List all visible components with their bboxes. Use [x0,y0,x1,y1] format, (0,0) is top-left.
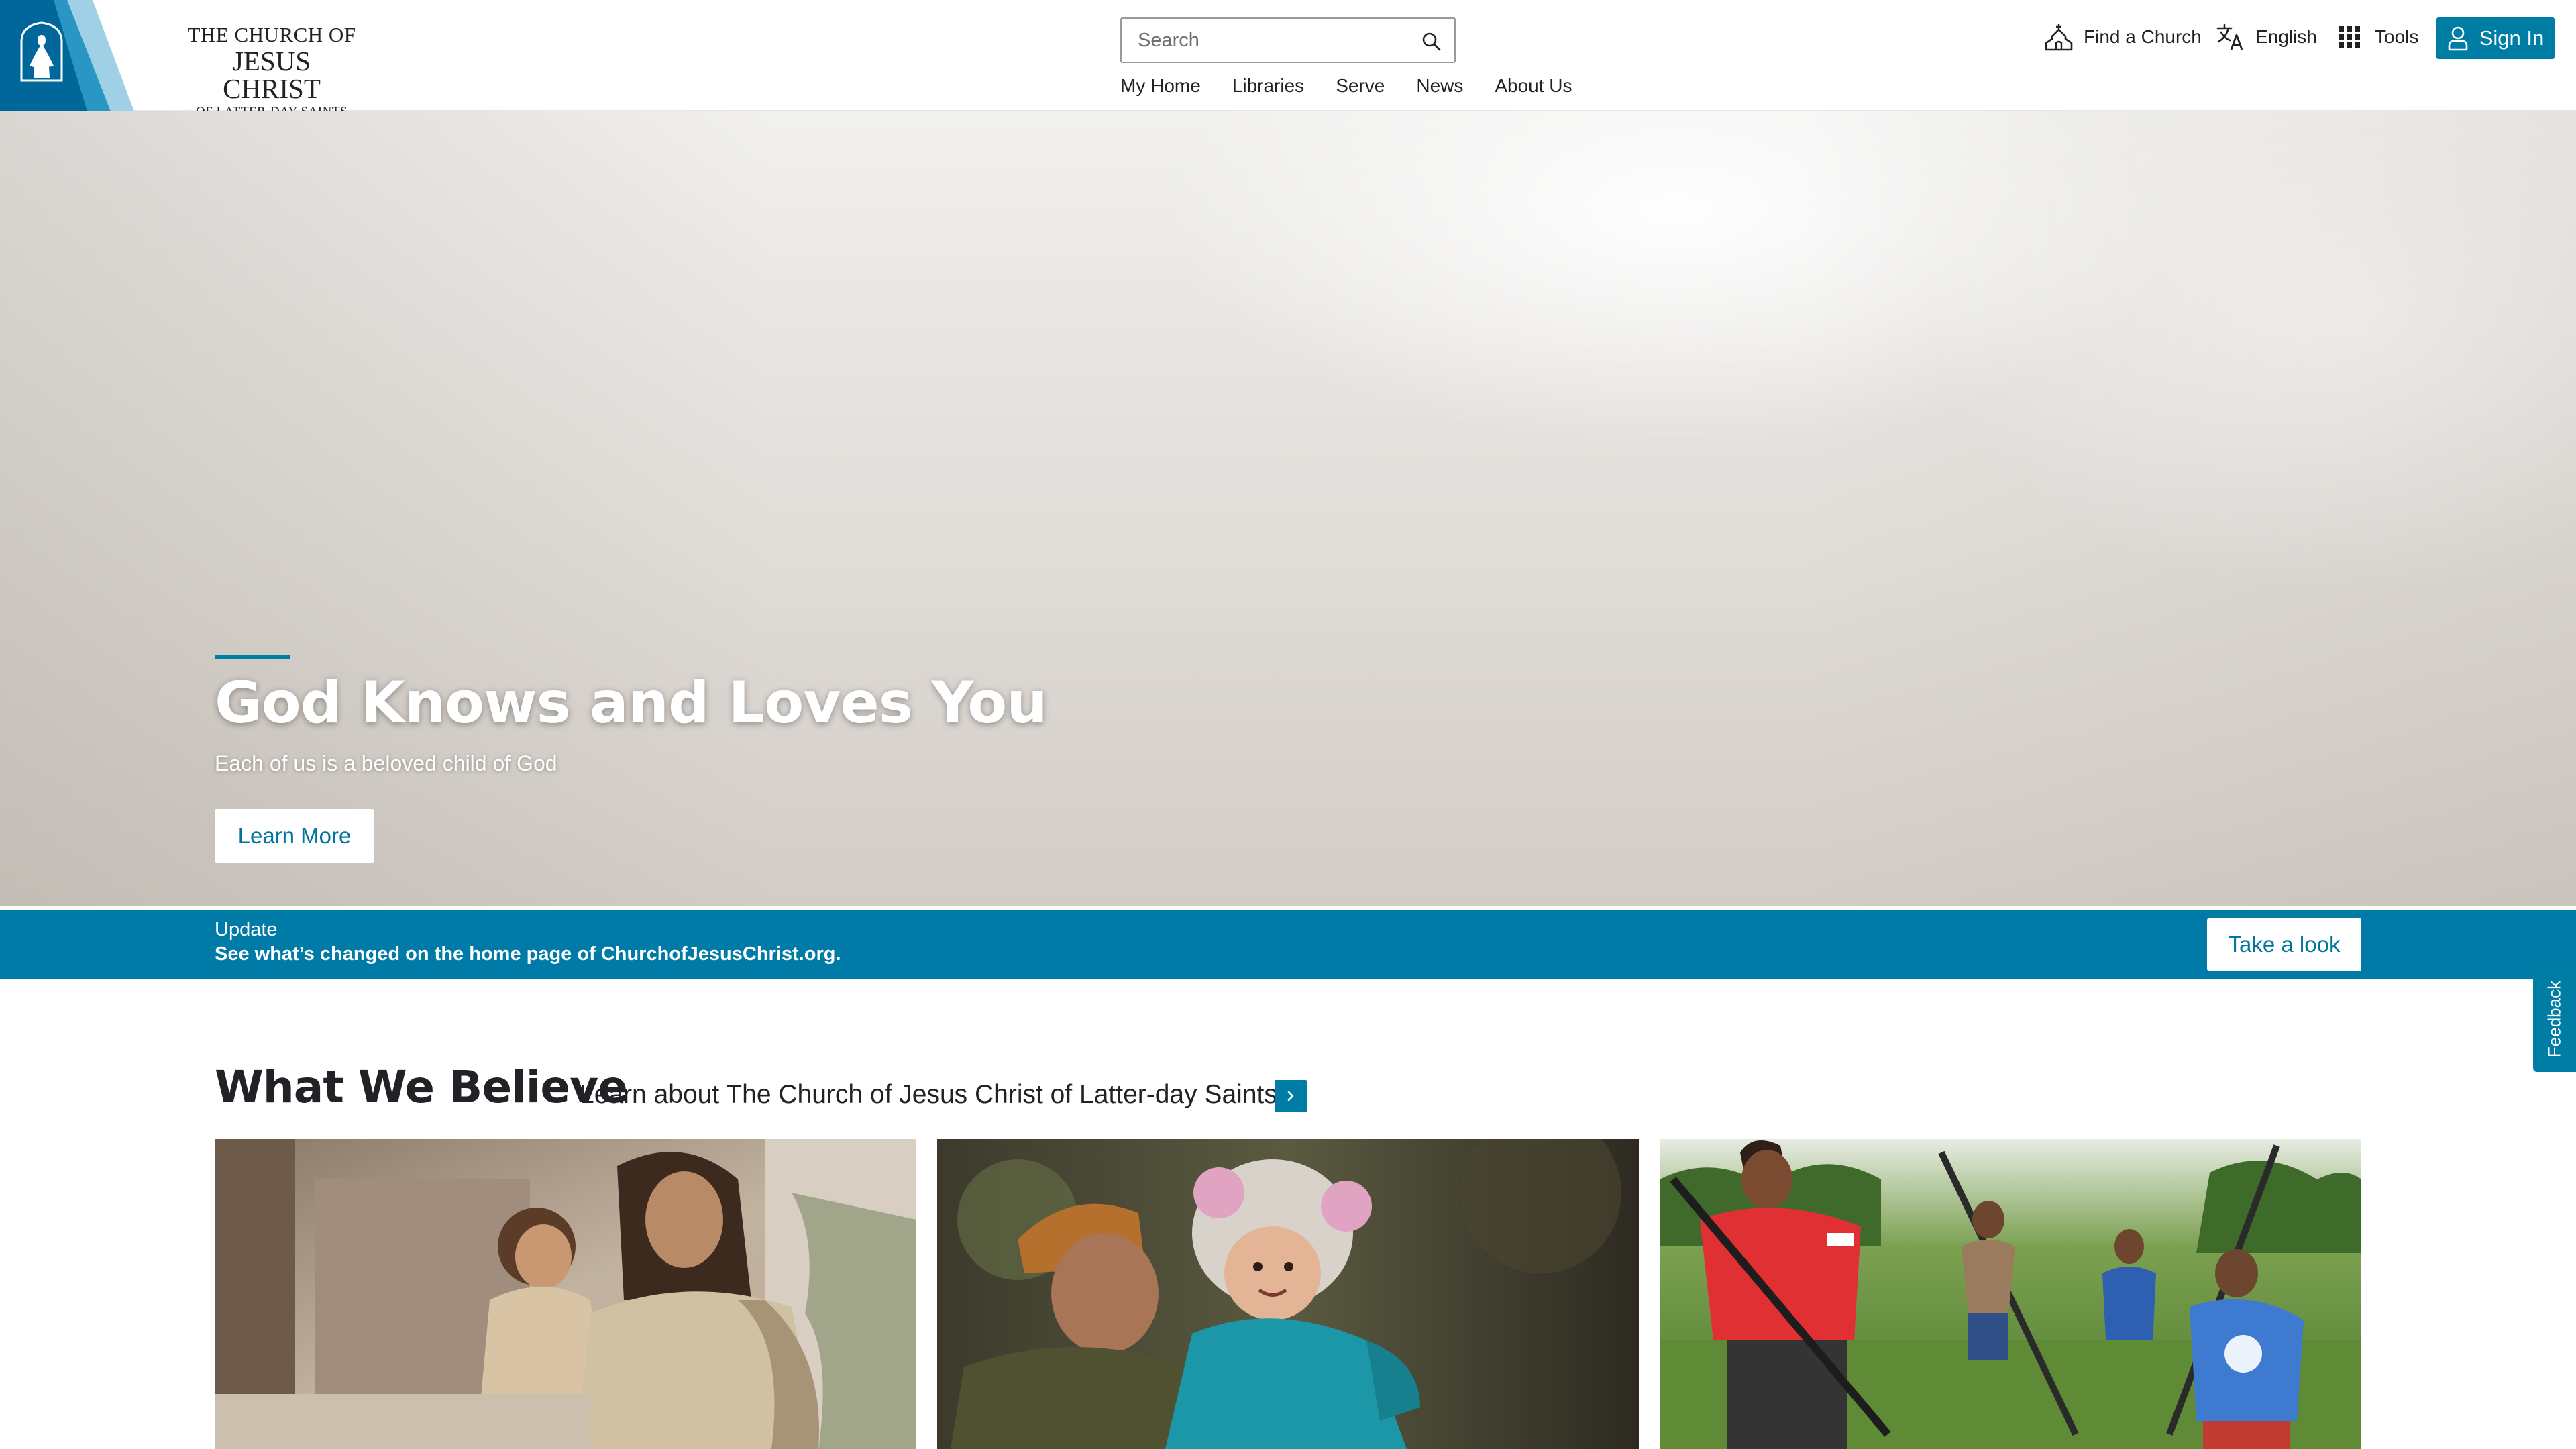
church-wordmark[interactable]: THE CHURCH OF JESUS CHRIST OF LATTER-DAY… [181,24,362,118]
search-box [1120,17,1456,63]
card-image-service-gardening[interactable] [1660,1139,2361,1449]
wordmark-line-1: THE CHURCH OF [187,23,356,46]
take-a-look-button[interactable]: Take a look [2207,918,2361,971]
church-building-icon [2045,24,2073,51]
nav-serve[interactable]: Serve [1336,75,1385,102]
hero-subtitle: Each of us is a beloved child of God [215,751,557,775]
user-icon [2448,26,2468,51]
language-label: English [2255,26,2317,47]
find-a-church-link[interactable]: Find a Church [2043,20,2202,54]
nav-news[interactable]: News [1416,75,1463,102]
card-image-christ-with-child[interactable] [215,1139,916,1449]
section-next-button[interactable] [1275,1080,1307,1112]
tools-label: Tools [2375,26,2419,47]
update-banner: Update See what’s changed on the home pa… [0,910,2576,979]
hero-title: God Knows and Loves You [215,669,1048,737]
nav-libraries[interactable]: Libraries [1232,75,1304,102]
chevron-right-icon [1287,1091,1294,1102]
update-label: Update [215,919,278,941]
learn-more-button[interactable]: Learn More [215,809,374,863]
church-logo[interactable] [0,0,161,111]
father-and-child-image [937,1139,1639,1449]
sign-in-button[interactable]: Sign In [2436,17,2555,59]
main-nav: My Home Libraries Serve News About Us [1120,75,1572,102]
search-icon[interactable] [1421,31,1442,52]
update-message: See what’s changed on the home page of C… [215,943,841,965]
find-a-church-label: Find a Church [2084,26,2202,47]
search-input[interactable] [1138,25,1406,55]
section-title-what-we-believe: What We Believe [215,1061,628,1113]
service-gardening-image [1660,1139,2361,1449]
hero-banner: God Knows and Loves You Each of us is a … [0,111,2576,906]
card-image-father-and-child[interactable] [937,1139,1639,1449]
feedback-tab[interactable]: Feedback [2533,966,2576,1072]
christ-with-child-image [215,1139,916,1449]
nav-about-us[interactable]: About Us [1495,75,1572,102]
nav-my-home[interactable]: My Home [1120,75,1201,102]
site-header: THE CHURCH OF JESUS CHRIST OF LATTER-DAY… [0,0,2576,118]
logo-christus-icon [0,0,134,111]
sign-in-label: Sign In [2479,26,2544,50]
language-selector[interactable]: English [2215,20,2317,54]
wordmark-line-2: JESUS CHRIST [223,46,321,104]
hero-accent-bar [215,655,290,659]
tools-menu[interactable]: Tools [2337,20,2418,54]
grid-apps-icon [2339,26,2360,48]
section-subtitle-link[interactable]: Learn about The Church of Jesus Christ o… [580,1080,1277,1110]
translate-icon [2216,23,2243,50]
feedback-label: Feedback [2544,980,2565,1058]
